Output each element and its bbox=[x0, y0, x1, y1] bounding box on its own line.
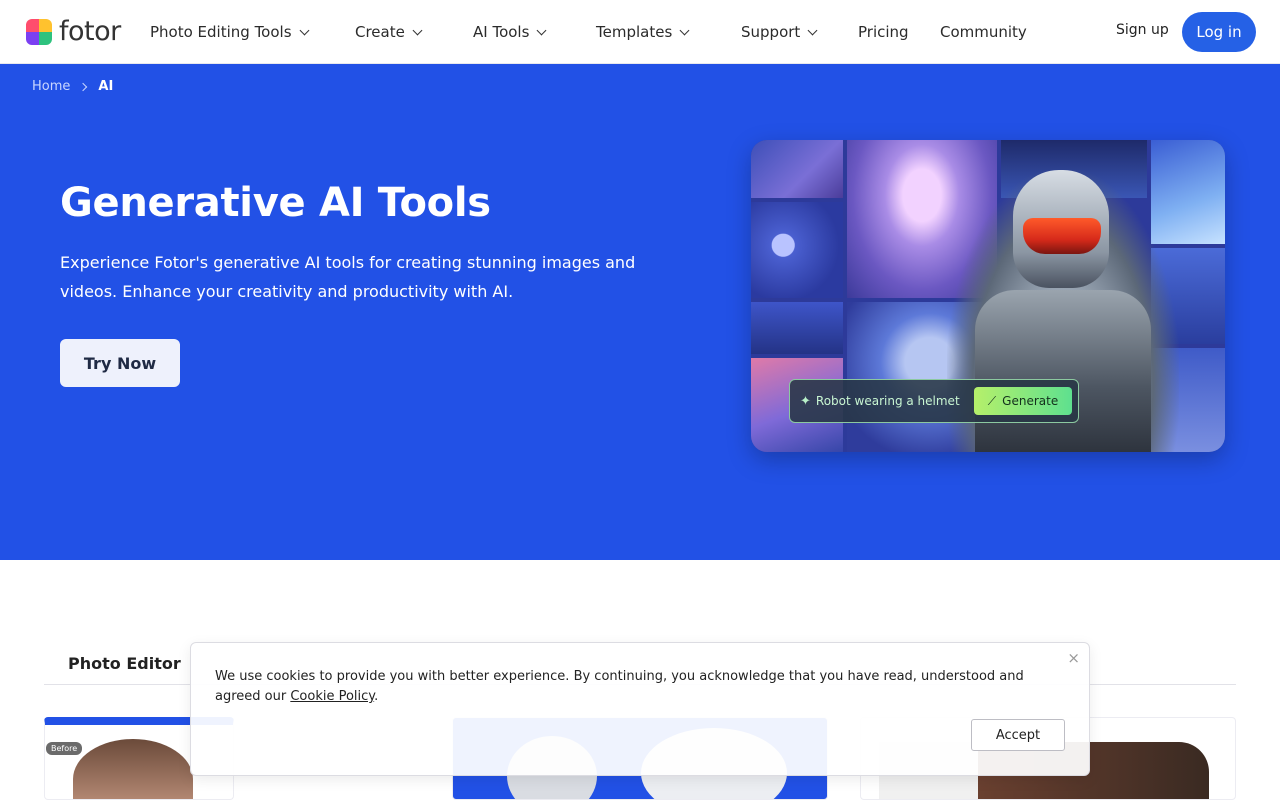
close-icon[interactable]: × bbox=[1067, 649, 1080, 667]
breadcrumb: Home AI bbox=[32, 79, 113, 94]
logo-text: fotor bbox=[59, 16, 121, 47]
nav-label: Community bbox=[940, 23, 1027, 41]
try-now-button[interactable]: Try Now bbox=[60, 339, 180, 387]
nav-community[interactable]: Community bbox=[940, 21, 1027, 43]
portrait-image bbox=[73, 739, 193, 799]
nav-label: Photo Editing Tools bbox=[150, 23, 292, 41]
chevron-right-icon bbox=[79, 82, 88, 91]
fotor-logo-icon bbox=[26, 19, 52, 45]
cookie-banner: We use cookies to provide you with bette… bbox=[190, 642, 1090, 776]
page-title: Generative AI Tools bbox=[60, 180, 491, 226]
prompt-bar: ✦ Robot wearing a helmet ⟋ Generate bbox=[789, 379, 1079, 423]
hero-description: Experience Fotor's generative AI tools f… bbox=[60, 253, 636, 301]
chevron-down-icon bbox=[299, 25, 309, 35]
nav-label: Support bbox=[741, 23, 801, 41]
chevron-down-icon bbox=[679, 25, 690, 35]
sign-up-link[interactable]: Sign up bbox=[1116, 22, 1169, 38]
chevron-down-icon bbox=[412, 25, 423, 35]
nav-label: Create bbox=[355, 23, 405, 41]
nav-label: AI Tools bbox=[473, 23, 530, 41]
nav-pricing[interactable]: Pricing bbox=[858, 21, 909, 43]
generate-button: ⟋ Generate bbox=[974, 387, 1072, 415]
nav-label: Templates bbox=[596, 23, 673, 41]
nav-photo-editing-tools[interactable]: Photo Editing Tools bbox=[150, 21, 309, 43]
chevron-down-icon bbox=[807, 25, 818, 35]
prompt-text: Robot wearing a helmet bbox=[815, 394, 960, 408]
before-badge: Before bbox=[46, 742, 83, 755]
nav-support[interactable]: Support bbox=[741, 21, 818, 43]
breadcrumb-home[interactable]: Home bbox=[32, 79, 70, 94]
top-nav-bar: fotor Photo Editing Tools Create AI Tool… bbox=[0, 0, 1280, 64]
hero-section: Home AI Generative AI Tools Experience F… bbox=[0, 64, 1280, 560]
cookie-message: We use cookies to provide you with bette… bbox=[215, 667, 1035, 707]
hero-ai-collage-image: ✦ Robot wearing a helmet ⟋ Generate bbox=[751, 140, 1225, 452]
cookie-text-end: . bbox=[374, 689, 379, 704]
cookie-policy-link[interactable]: Cookie Policy bbox=[290, 689, 374, 704]
sparkle-icon: ✦ bbox=[800, 393, 811, 409]
log-in-button[interactable]: Log in bbox=[1182, 12, 1256, 52]
nav-ai-tools[interactable]: AI Tools bbox=[473, 21, 547, 43]
accept-cookies-button[interactable]: Accept bbox=[971, 719, 1065, 751]
nav-create[interactable]: Create bbox=[355, 21, 423, 43]
chevron-down-icon bbox=[536, 25, 547, 35]
generate-label: Generate bbox=[1002, 394, 1059, 408]
breadcrumb-current: AI bbox=[98, 79, 114, 94]
tab-photo-editor[interactable]: Photo Editor bbox=[68, 654, 181, 673]
fotor-logo[interactable]: fotor bbox=[26, 18, 121, 46]
magic-wand-icon: ⟋ bbox=[987, 393, 997, 408]
nav-templates[interactable]: Templates bbox=[596, 21, 690, 43]
nav-label: Pricing bbox=[858, 23, 909, 41]
